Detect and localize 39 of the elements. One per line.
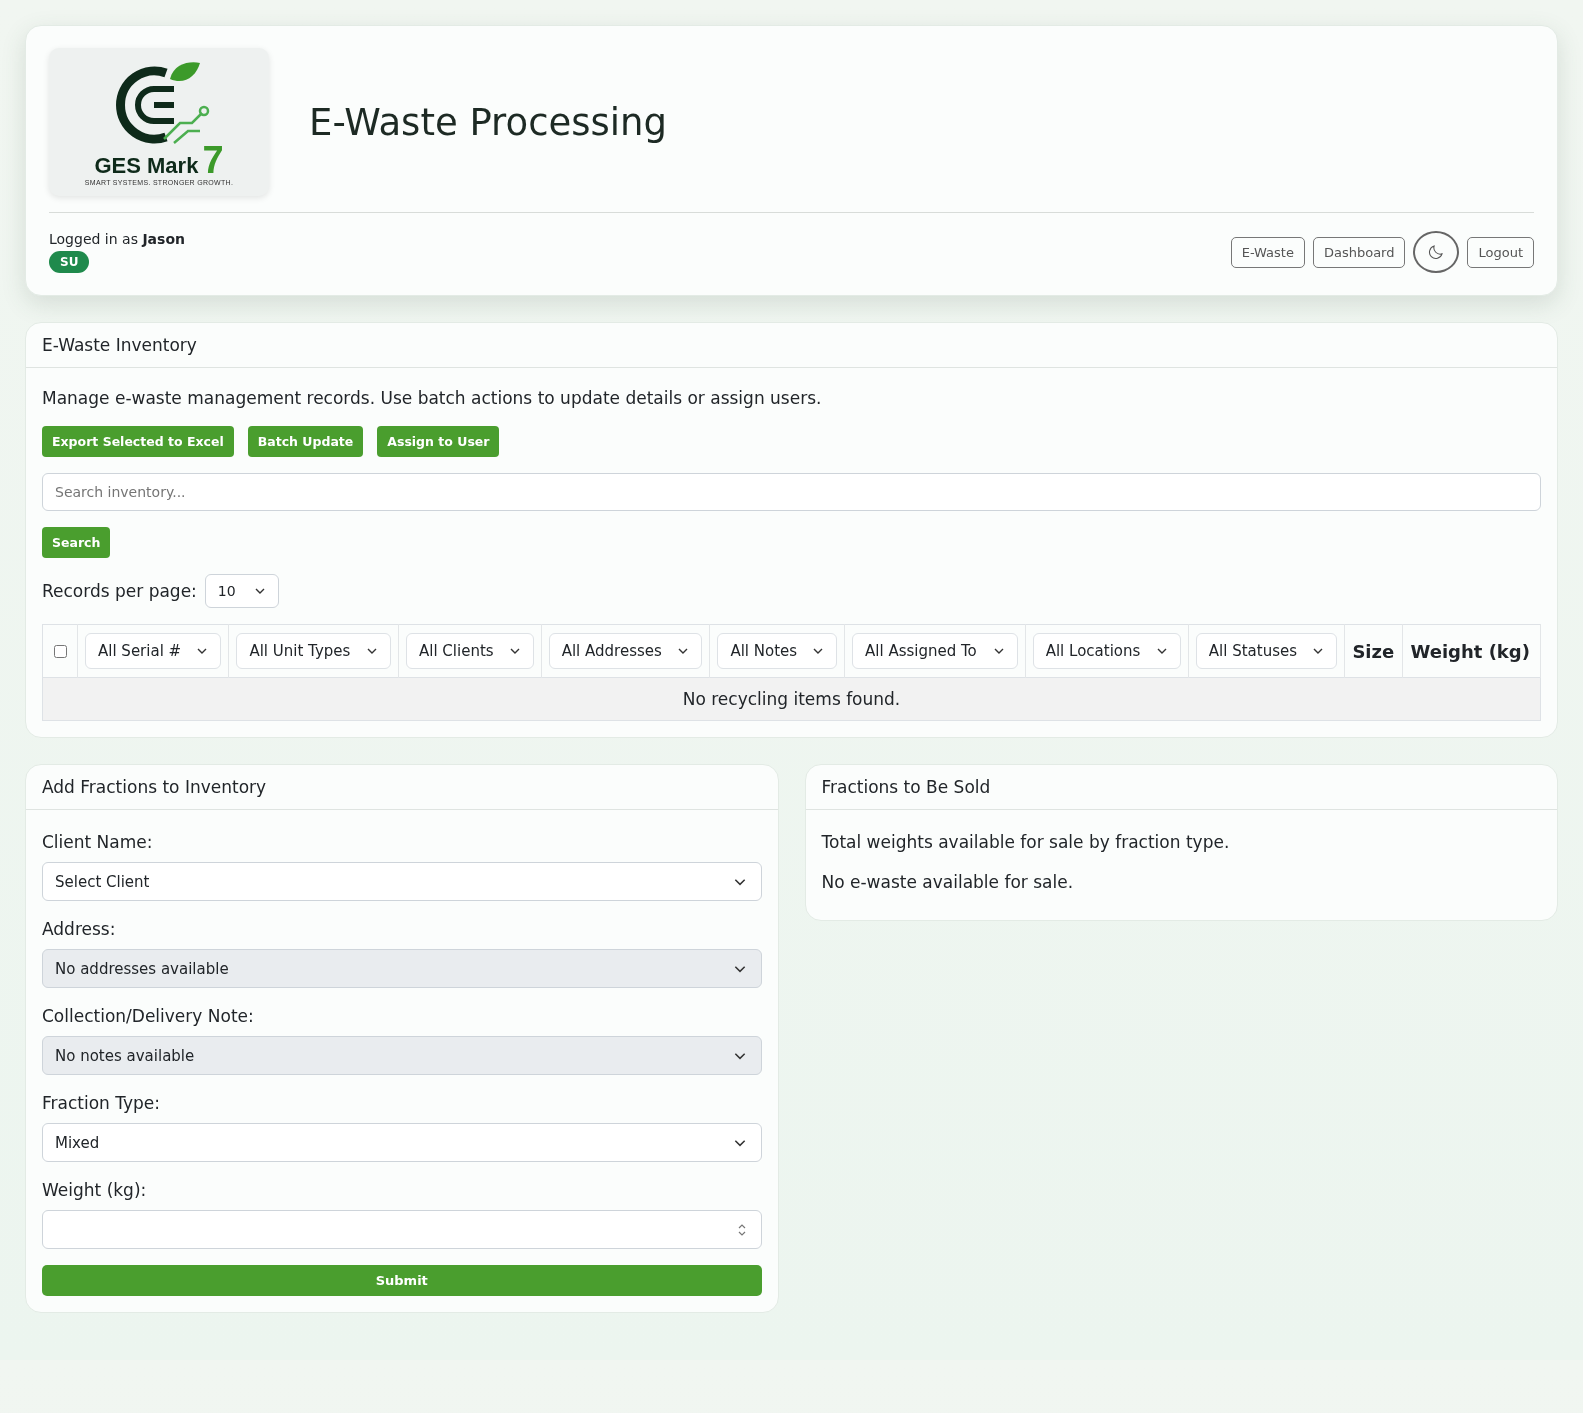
field-label: Client Name: <box>42 832 154 852</box>
column-filter-select[interactable]: All Unit Types <box>236 633 391 669</box>
select-field[interactable]: Mixed <box>42 1123 762 1162</box>
field-label: Address: <box>42 919 117 939</box>
moon-icon <box>1427 243 1446 261</box>
field-label: Weight (kg): <box>42 1180 148 1200</box>
search-field[interactable]: Search inventory... <box>42 473 1541 511</box>
empty-message: No e-waste available for sale. <box>821 872 1075 892</box>
panel-header: Add Fractions to Inventory <box>26 765 778 810</box>
column-filter-select[interactable]: All Statuses <box>1195 633 1338 669</box>
nav-button[interactable]: E-Waste <box>1230 236 1305 268</box>
theme-toggle-button[interactable] <box>1413 231 1460 273</box>
records-per-page-label: Records per page: <box>42 581 197 601</box>
nav-button[interactable]: Dashboard <box>1312 236 1406 268</box>
select-field[interactable]: Select Client <box>42 862 762 901</box>
select-all-checkbox[interactable] <box>54 644 67 658</box>
column-header: Size <box>1352 640 1395 662</box>
column-filter-select[interactable]: All Clients <box>406 633 534 669</box>
column-filter-select[interactable]: All Notes <box>717 633 837 669</box>
column-header: Weight (kg) <box>1410 640 1530 662</box>
empty-message: No recycling items found. <box>682 689 901 709</box>
description-text: Manage e-waste management records. Use batch actions to update details or assign users. <box>42 388 823 408</box>
column-filter-select[interactable]: All Locations <box>1032 633 1181 669</box>
description-text: Total weights available for sale by fraction type. <box>821 832 1231 852</box>
field-label: Fraction Type: <box>42 1093 162 1113</box>
column-filter-select[interactable]: All Serial # <box>85 633 222 669</box>
records-per-page-select[interactable]: 10 <box>204 574 279 608</box>
field-label: Collection/Delivery Note: <box>42 1006 255 1026</box>
column-filter-select[interactable]: All Assigned To <box>852 633 1018 669</box>
logo-number: 7 <box>202 142 224 177</box>
role-badge: SU <box>49 251 90 273</box>
panel-header: E-Waste Inventory <box>26 323 1557 368</box>
logged-in-text: Logged in as Jason <box>49 231 185 247</box>
panel-header: Fractions to Be Sold <box>805 765 1557 810</box>
number-field[interactable] <box>42 1210 762 1249</box>
logo-wordmark: GES Mark <box>94 152 199 179</box>
nav-button[interactable]: Logout <box>1467 236 1534 268</box>
column-filter-select[interactable]: All Addresses <box>548 633 703 669</box>
page-title: E-Waste Processing <box>309 100 667 144</box>
